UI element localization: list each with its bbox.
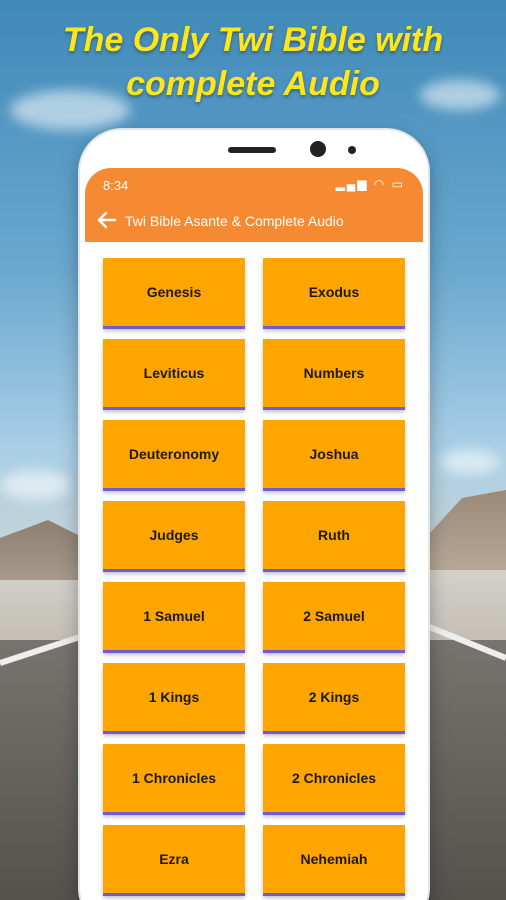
status-time: 8:34: [103, 178, 129, 193]
app-title: Twi Bible Asante & Complete Audio: [125, 213, 344, 229]
phone-speaker: [228, 147, 276, 153]
book-tile-leviticus[interactable]: Leviticus: [103, 339, 245, 407]
phone-sensor: [348, 146, 356, 154]
book-tile-genesis[interactable]: Genesis: [103, 258, 245, 326]
book-tile-judges[interactable]: Judges: [103, 501, 245, 569]
app-screen: 8:34 ▂▄▆ ◠ ▭ Twi Bible Asante & Complete…: [85, 168, 423, 900]
phone-camera: [310, 141, 326, 157]
book-tile-1-chronicles[interactable]: 1 Chronicles: [103, 744, 245, 812]
headline-line-1: The Only Twi Bible with: [62, 21, 444, 59]
book-tile-ruth[interactable]: Ruth: [263, 501, 405, 569]
book-tile-joshua[interactable]: Joshua: [263, 420, 405, 488]
book-tile-1-samuel[interactable]: 1 Samuel: [103, 582, 245, 650]
book-tile-ezra[interactable]: Ezra: [103, 825, 245, 893]
cloud: [440, 450, 500, 474]
book-grid: Genesis Exodus Leviticus Numbers Deutero…: [85, 258, 423, 893]
back-arrow-icon[interactable]: [95, 208, 119, 232]
status-icons: ▂▄▆ ◠ ▭: [335, 177, 405, 191]
cloud: [0, 470, 70, 500]
book-tile-1-kings[interactable]: 1 Kings: [103, 663, 245, 731]
book-tile-exodus[interactable]: Exodus: [263, 258, 405, 326]
book-tile-2-kings[interactable]: 2 Kings: [263, 663, 405, 731]
book-tile-deuteronomy[interactable]: Deuteronomy: [103, 420, 245, 488]
book-tile-nehemiah[interactable]: Nehemiah: [263, 825, 405, 893]
app-bar: 8:34 ▂▄▆ ◠ ▭ Twi Bible Asante & Complete…: [85, 168, 423, 242]
book-tile-2-samuel[interactable]: 2 Samuel: [263, 582, 405, 650]
phone-frame: 8:34 ▂▄▆ ◠ ▭ Twi Bible Asante & Complete…: [80, 130, 428, 900]
promo-headline: The Only Twi Bible with complete Audio: [0, 18, 506, 106]
book-tile-2-chronicles[interactable]: 2 Chronicles: [263, 744, 405, 812]
headline-line-2: complete Audio: [126, 65, 380, 103]
book-tile-numbers[interactable]: Numbers: [263, 339, 405, 407]
